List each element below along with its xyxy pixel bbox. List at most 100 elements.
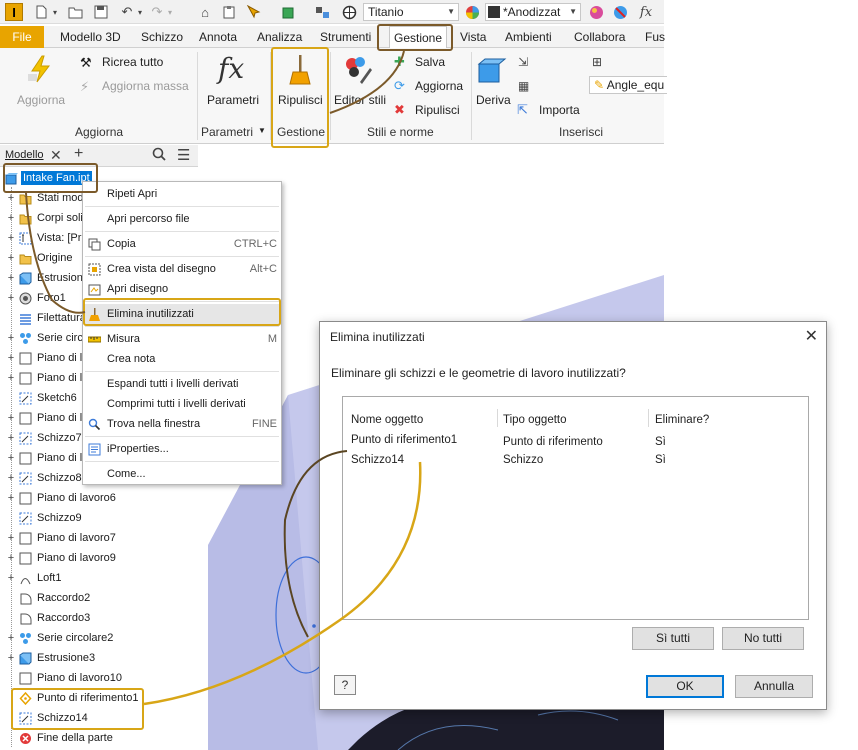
tree-item[interactable]: + Loft1: [0, 568, 198, 588]
open-folder-icon[interactable]: [66, 3, 84, 21]
undo-icon[interactable]: ↶: [118, 3, 136, 21]
tree-item-label: Piano di l: [37, 412, 83, 424]
tree-item[interactable]: + Piano di lavoro7: [0, 528, 198, 548]
color-wheel-icon[interactable]: [463, 3, 481, 21]
cancel-button[interactable]: Annulla: [735, 675, 813, 698]
save-icon[interactable]: [92, 3, 110, 21]
importa-button[interactable]: ⇱ Importa: [517, 102, 587, 120]
tree-item[interactable]: Schizzo14: [0, 708, 198, 728]
menu-item-iproperties[interactable]: iProperties...: [83, 439, 281, 459]
new-file-icon[interactable]: [32, 3, 50, 21]
close-icon[interactable]: ✕: [805, 326, 818, 346]
table-row[interactable]: Schizzo14 Schizzo Sì: [343, 452, 808, 470]
add-icon[interactable]: +: [74, 145, 83, 163]
clipboard-icon[interactable]: [220, 3, 238, 21]
menu-item-crea-vista[interactable]: Crea vista del disegno Alt+C: [83, 259, 281, 279]
material-select[interactable]: Titanio ▼: [363, 3, 459, 21]
no-all-button[interactable]: No tutti: [722, 627, 804, 650]
tab-file[interactable]: File: [0, 26, 44, 48]
chevron-down-icon[interactable]: ▼: [258, 126, 266, 135]
sketch-icon: [19, 472, 32, 485]
menu-item-crea-nota[interactable]: Crea nota: [83, 349, 281, 369]
menu-item-ripeti-apri[interactable]: Ripeti Apri: [83, 184, 281, 204]
ripulisci-stile-button[interactable]: ✖ Ripulisci: [394, 102, 469, 120]
tree-item[interactable]: Punto di riferimento1: [0, 688, 198, 708]
close-icon[interactable]: ✕: [50, 147, 62, 164]
menu-item-trova[interactable]: Trova nella finestra FINE: [83, 414, 281, 434]
menu-item-come[interactable]: Come...: [83, 464, 281, 484]
home-icon[interactable]: ⌂: [196, 3, 214, 21]
tab-ambienti[interactable]: Ambienti: [505, 26, 552, 48]
part-icon[interactable]: [280, 3, 298, 21]
search-icon[interactable]: [152, 147, 166, 164]
menu-item-copia[interactable]: Copia CTRL+C: [83, 234, 281, 254]
insert-table-icon[interactable]: ▦: [518, 79, 529, 93]
chevron-down-icon[interactable]: ▾: [136, 3, 144, 21]
menu-item-misura[interactable]: Misura M: [83, 329, 281, 349]
tab-collabora[interactable]: Collabora: [574, 26, 625, 48]
salva-stile-button[interactable]: ✚ Salva: [394, 54, 454, 72]
loft-icon: [19, 572, 32, 585]
tab-analizza[interactable]: Analizza: [257, 26, 302, 48]
tree-item[interactable]: Piano di lavoro10: [0, 668, 198, 688]
select-icon[interactable]: [245, 3, 263, 21]
menu-icon[interactable]: ☰: [177, 146, 190, 164]
tree-item[interactable]: + Estrusione3: [0, 648, 198, 668]
tab-strumenti[interactable]: Strumenti: [320, 26, 371, 48]
ricrea-tutto-label: Ricrea tutto: [102, 55, 164, 69]
aggiorna-massa-button[interactable]: ⚡ Aggiorna massa: [80, 78, 195, 96]
clear-appearance-icon[interactable]: [611, 3, 629, 21]
insert-link-icon[interactable]: ⇲: [518, 55, 528, 69]
deriva-label: Deriva: [476, 93, 511, 107]
tree-item[interactable]: Fine della parte: [0, 728, 198, 748]
tab-schizzo[interactable]: Schizzo: [141, 26, 183, 48]
parametri-button[interactable]: fx Parametri: [204, 52, 262, 118]
yes-all-button[interactable]: Sì tutti: [632, 627, 714, 650]
tree-item[interactable]: Raccordo2: [0, 588, 198, 608]
tab-annota[interactable]: Annota: [199, 26, 237, 48]
column-header-eliminare[interactable]: Eliminare?: [655, 414, 709, 426]
column-header-tipo[interactable]: Tipo oggetto: [503, 414, 567, 426]
tab-fusion[interactable]: Fus: [645, 26, 665, 48]
app-logo[interactable]: I: [5, 3, 23, 21]
editor-stili-button[interactable]: Editor stili: [332, 52, 390, 118]
menu-item-comprimi[interactable]: Comprimi tutti i livelli derivati: [83, 394, 281, 414]
appearance-select[interactable]: *Anodizzat ▼: [485, 3, 581, 21]
appearance-override-icon[interactable]: [587, 3, 605, 21]
insert-file-icon[interactable]: ⊞: [592, 55, 602, 69]
deriva-button[interactable]: Deriva: [474, 52, 514, 118]
sphere-icon[interactable]: [340, 3, 358, 21]
tree-item[interactable]: + Piano di lavoro9: [0, 548, 198, 568]
tree-item[interactable]: Raccordo3: [0, 608, 198, 628]
menu-item-apri-percorso[interactable]: Apri percorso file: [83, 209, 281, 229]
ripulisci-button[interactable]: Ripulisci: [274, 52, 328, 118]
help-icon[interactable]: ?: [334, 675, 356, 695]
save-style-icon: ✚: [394, 54, 405, 69]
tab-gestione[interactable]: Gestione: [389, 26, 448, 49]
chevron-down-icon[interactable]: ▾: [166, 3, 174, 21]
tab-modello-3d[interactable]: Modello 3D: [60, 26, 121, 48]
menu-item-apri-disegno[interactable]: Apri disegno: [83, 279, 281, 299]
tree-item[interactable]: Schizzo9: [0, 508, 198, 528]
menu-item-label: Misura: [107, 333, 141, 345]
ricrea-tutto-button[interactable]: ⚒ Ricrea tutto: [80, 54, 190, 72]
tab-vista[interactable]: Vista: [460, 26, 486, 48]
redo-icon[interactable]: ↷: [148, 3, 166, 21]
aggiorna-button[interactable]: Aggiorna: [10, 52, 70, 118]
chevron-down-icon[interactable]: ▾: [50, 3, 60, 21]
browser-title[interactable]: Modello: [5, 149, 44, 161]
column-header-nome[interactable]: Nome oggetto: [351, 414, 423, 426]
menu-separator: [85, 301, 279, 302]
tree-item[interactable]: + Piano di lavoro6: [0, 488, 198, 508]
tree-item[interactable]: + Serie circolare2: [0, 628, 198, 648]
fx-icon[interactable]: fx: [636, 3, 656, 21]
folder-icon: [19, 212, 32, 225]
aggiorna-stile-button[interactable]: ⟳ Aggiorna: [394, 78, 469, 96]
unused-objects-list[interactable]: Nome oggetto Tipo oggetto Eliminare? Pun…: [342, 396, 809, 620]
menu-item-elimina-inutilizzati[interactable]: Elimina inutilizzati: [83, 304, 281, 324]
ok-button[interactable]: OK: [646, 675, 724, 698]
table-row[interactable]: Punto di riferimento1 Punto di riferimen…: [343, 432, 808, 450]
menu-item-espandi[interactable]: Espandi tutti i livelli derivati: [83, 374, 281, 394]
angle-equation-field[interactable]: ✎ Angle_equ: [589, 76, 667, 94]
component-icon[interactable]: [314, 3, 332, 21]
